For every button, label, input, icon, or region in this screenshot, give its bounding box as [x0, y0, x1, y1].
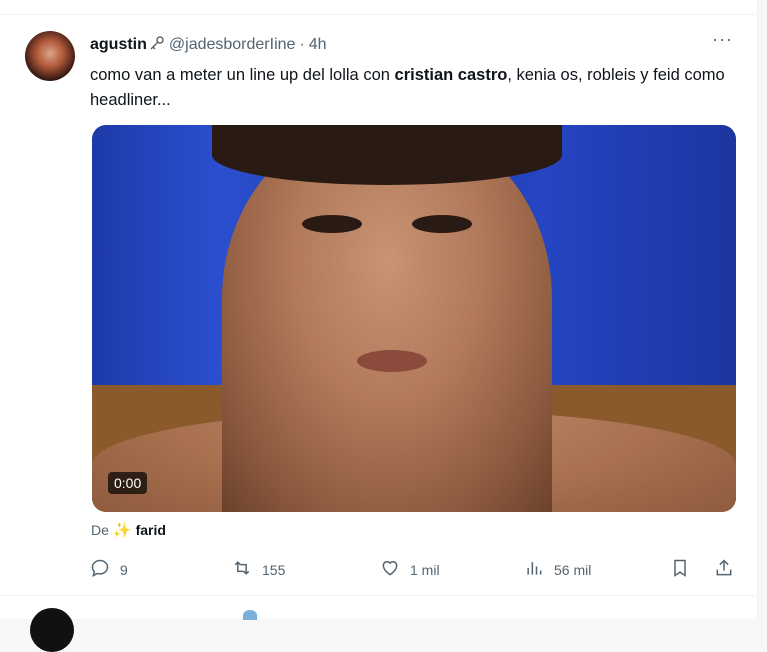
timestamp[interactable]: 4h [309, 36, 327, 54]
bookmark-button[interactable] [670, 558, 690, 581]
video-frame-mouth [357, 350, 427, 372]
views-count: 56 mil [554, 561, 592, 578]
share-button[interactable] [714, 558, 734, 581]
sparkles-icon: ✨ [112, 522, 132, 539]
views-button[interactable]: 56 mil [524, 558, 591, 581]
retweet-icon [232, 558, 252, 581]
tweet-text-start: como van a meter un line up del lolla co… [90, 66, 395, 84]
retweet-button[interactable]: 155 [232, 558, 285, 581]
separator-dot: · [299, 36, 305, 53]
share-icon [714, 558, 734, 581]
like-count: 1 mil [410, 561, 440, 578]
views-icon [524, 558, 544, 581]
video-attribution: De ✨ farid [91, 521, 166, 539]
attribution-name[interactable]: farid [136, 522, 166, 538]
tweet-header: agustin @jadesborderIine · 4h [90, 35, 327, 55]
heart-icon [380, 558, 400, 581]
avatar[interactable] [25, 31, 75, 81]
video-frame-eye [302, 215, 362, 233]
attribution-prefix: De [91, 522, 109, 538]
display-name[interactable]: agustin [90, 36, 147, 54]
video-frame-hair [212, 125, 562, 185]
handle[interactable]: @jadesborderIine [169, 36, 296, 54]
tweet-text-bold: cristian castro [394, 66, 508, 84]
like-button[interactable]: 1 mil [380, 558, 440, 581]
tweet-text: como van a meter un line up del lolla co… [90, 63, 740, 113]
reply-button[interactable]: 9 [90, 558, 128, 581]
key-icon [149, 35, 165, 55]
video-timestamp: 0:00 [108, 472, 148, 494]
video-frame-eye [412, 215, 472, 233]
avatar[interactable] [30, 608, 74, 652]
tweet[interactable]: agustin @jadesborderIine · 4h ··· como v… [0, 15, 758, 596]
reply-icon [90, 558, 110, 581]
more-options-icon[interactable]: ··· [712, 29, 733, 50]
previous-tweet-footer [0, 0, 758, 15]
reply-count: 9 [120, 561, 128, 578]
next-tweet[interactable] [0, 596, 758, 652]
retweet-count: 155 [262, 561, 286, 578]
tweet-actions: 9 155 1 mil 56 mil [90, 558, 742, 582]
video-player[interactable]: 0:00 [92, 125, 736, 512]
bookmark-icon [670, 558, 690, 581]
